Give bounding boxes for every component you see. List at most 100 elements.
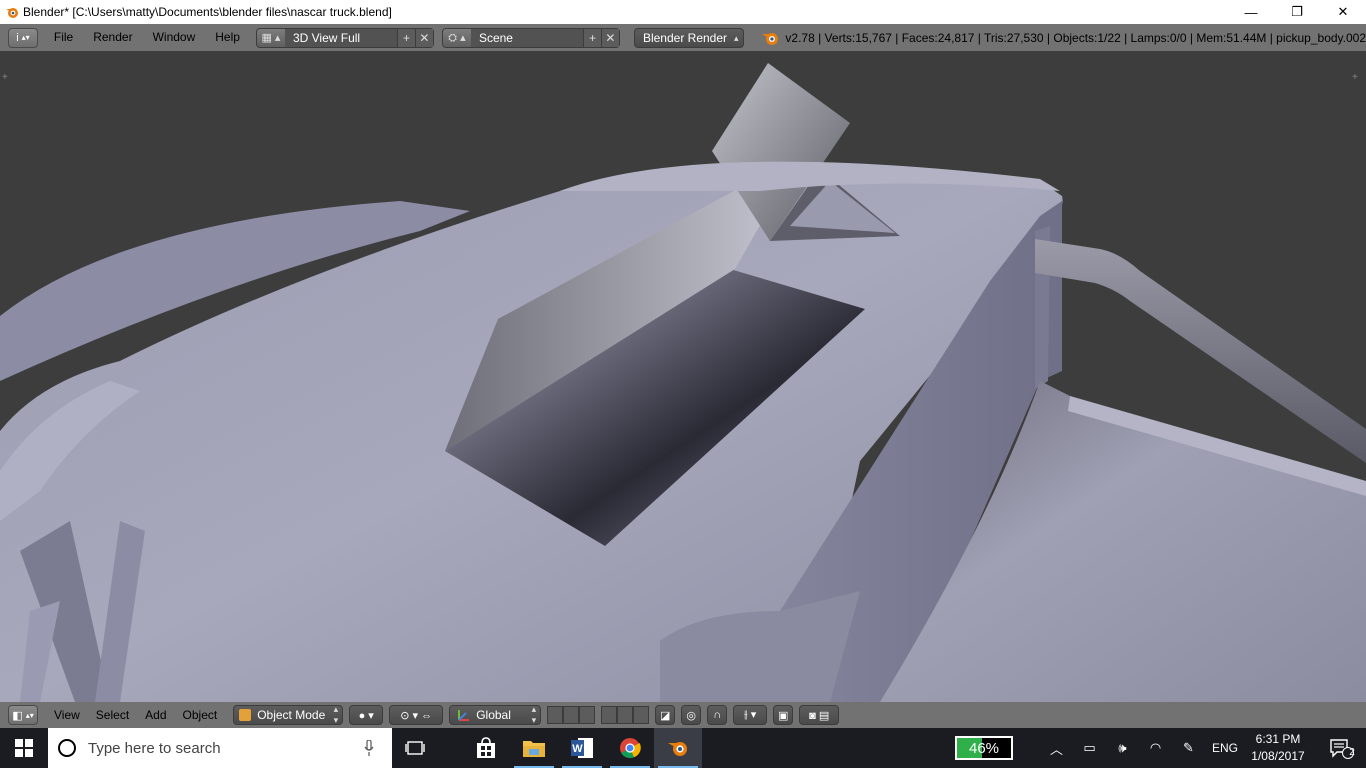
wifi-icon[interactable]: ◠ xyxy=(1139,728,1172,768)
info-header: i ▴▾ File Render Window Help ▦ ▴ 3D View… xyxy=(0,24,1366,61)
scene-selector[interactable]: ⛭ ▴ Scene + ✕ xyxy=(441,27,620,48)
notification-count: 2 xyxy=(1349,747,1355,758)
render-engine-label: Blender Render xyxy=(642,30,728,45)
lock-layer-button[interactable]: ◪ xyxy=(655,705,676,725)
system-tray: ︿ ▭ 🕪 ◠ ✎ ENG xyxy=(1040,728,1245,768)
battery-percent-widget[interactable]: 46% xyxy=(955,736,1013,760)
remove-layout-icon[interactable]: ✕ xyxy=(414,28,433,47)
snap-element-button[interactable]: ⫲ ▾ xyxy=(733,705,768,725)
3d-view-icon: ◧ xyxy=(12,709,23,722)
scene-icon[interactable]: ⛭ ▴ xyxy=(442,28,471,47)
menu-object[interactable]: Object xyxy=(175,708,226,722)
pivot-icon: ⊙ ▾ ⇔ xyxy=(400,709,433,722)
editor-type-button[interactable]: i ▴▾ xyxy=(8,27,38,48)
render-animation-buttons[interactable]: ◙ ▤ xyxy=(799,705,840,725)
layer-button[interactable] xyxy=(601,706,618,724)
start-button[interactable] xyxy=(0,728,48,768)
layout-icon[interactable]: ▦ ▴ xyxy=(256,28,285,47)
minimize-button[interactable]: — xyxy=(1228,0,1274,24)
editor-type-button[interactable]: ◧ ▴▾ xyxy=(8,705,38,725)
remove-scene-icon[interactable]: ✕ xyxy=(600,28,619,47)
folder-icon xyxy=(523,741,545,757)
magnet-icon: ∩ xyxy=(713,709,722,721)
close-button[interactable]: ✕ xyxy=(1320,0,1366,24)
pen-icon[interactable]: ✎ xyxy=(1172,728,1205,768)
layer-button[interactable] xyxy=(633,706,650,724)
microphone-icon[interactable] xyxy=(364,740,374,756)
blender-icon xyxy=(668,742,687,756)
window-titlebar: Blender* [C:\Users\matty\Documents\blend… xyxy=(0,0,1366,24)
clock[interactable]: 6:31 PM 1/08/2017 xyxy=(1246,731,1310,765)
battery-icon[interactable]: ▭ xyxy=(1073,728,1106,768)
search-placeholder[interactable]: Type here to search xyxy=(88,740,221,757)
add-scene-icon[interactable]: + xyxy=(582,28,601,47)
battery-percent-text: 46% xyxy=(968,739,1000,757)
screen-layout-field[interactable]: 3D View Full xyxy=(284,28,397,47)
render-engine-selector[interactable]: Blender Render ▴▾ xyxy=(633,27,744,61)
windows-taskbar: Type here to search W 46% ︿ ▭ 🕪 ◠ ✎ ENG … xyxy=(0,728,1366,768)
layer-button[interactable] xyxy=(579,706,596,724)
solid-shading-icon: ● ▾ xyxy=(358,709,374,722)
menu-view[interactable]: View xyxy=(46,708,88,722)
menu-add[interactable]: Add xyxy=(137,708,174,722)
windows-logo-icon xyxy=(15,739,33,757)
show-hidden-icons-icon[interactable]: ︿ xyxy=(1040,728,1073,768)
scene-field[interactable]: Scene xyxy=(470,28,583,47)
viewport-shading-button[interactable]: ● ▾ xyxy=(349,705,384,725)
language-indicator[interactable]: ENG xyxy=(1205,728,1245,768)
layer-button[interactable] xyxy=(617,706,634,724)
menu-help[interactable]: Help xyxy=(205,24,250,51)
scene-statistics: v2.78 | Verts:15,767 | Faces:24,817 | Tr… xyxy=(785,30,1366,45)
clock-date: 1/08/2017 xyxy=(1251,749,1305,763)
transform-orientation-selector[interactable]: Global ▴ ▾ xyxy=(449,704,542,725)
store-icon xyxy=(477,737,495,758)
proportional-edit-button[interactable]: ◎ xyxy=(681,705,702,725)
mode-selector[interactable]: Object Mode ▴ ▾ xyxy=(233,704,344,725)
window-title: Blender* [C:\Users\matty\Documents\blend… xyxy=(23,5,392,19)
dropdown-arrow-icon: ▴▾ xyxy=(531,704,537,725)
task-view-button[interactable] xyxy=(392,728,440,768)
viewport-scene xyxy=(0,63,1366,702)
render-icon: ▣ xyxy=(778,709,789,722)
svg-text:W: W xyxy=(572,743,583,755)
volume-icon[interactable]: 🕪 xyxy=(1106,728,1139,768)
taskbar-chrome-app[interactable] xyxy=(606,728,654,768)
snap-element-icon: ⫲ ▾ xyxy=(744,709,757,721)
viewport-corner-plus-icon[interactable]: + xyxy=(2,73,12,83)
cortana-icon xyxy=(58,739,76,757)
lock-icon: ◪ xyxy=(660,709,671,722)
render-opengl-button[interactable]: ▣ xyxy=(773,705,794,725)
proportional-edit-icon: ◎ xyxy=(686,709,696,722)
menu-render[interactable]: Render xyxy=(83,24,142,51)
restore-button[interactable]: ❐ xyxy=(1274,0,1320,24)
menu-window[interactable]: Window xyxy=(143,24,206,51)
layer-buttons-group-1[interactable] xyxy=(547,706,596,724)
menu-file[interactable]: File xyxy=(44,24,83,51)
action-center-button[interactable]: 2 xyxy=(1318,728,1366,768)
viewport-corner-plus-icon[interactable]: + xyxy=(1352,73,1362,83)
blender-logo-icon xyxy=(761,32,778,45)
screen-layout-selector[interactable]: ▦ ▴ 3D View Full + ✕ xyxy=(255,27,434,48)
layer-button[interactable] xyxy=(563,706,580,724)
camera-icon: ◙ ▤ xyxy=(809,709,830,722)
taskbar-store-app[interactable] xyxy=(462,728,510,768)
chrome-icon xyxy=(620,738,641,759)
dropdown-arrow-icon: ▴▾ xyxy=(21,33,30,42)
taskbar-word-app[interactable]: W xyxy=(558,728,606,768)
add-layout-icon[interactable]: + xyxy=(396,28,415,47)
menu-select[interactable]: Select xyxy=(88,708,137,722)
mode-label: Object Mode xyxy=(257,708,326,722)
snap-button[interactable]: ∩ xyxy=(707,705,728,725)
axis-icon xyxy=(458,710,470,721)
taskbar-file-explorer-app[interactable] xyxy=(510,728,558,768)
pivot-manipulator-buttons[interactable]: ⊙ ▾ ⇔ xyxy=(389,705,444,725)
layer-button[interactable] xyxy=(547,706,564,724)
object-mode-icon xyxy=(239,709,252,721)
3d-viewport[interactable]: + + xyxy=(0,51,1366,702)
taskbar-search-box[interactable]: Type here to search xyxy=(48,728,392,768)
layer-buttons-group-2[interactable] xyxy=(601,706,650,724)
taskbar-blender-app[interactable] xyxy=(654,728,702,768)
clock-time: 6:31 PM xyxy=(1255,732,1301,746)
dropdown-arrow-icon: ▴▾ xyxy=(25,710,34,720)
blender-app-icon xyxy=(6,8,18,18)
